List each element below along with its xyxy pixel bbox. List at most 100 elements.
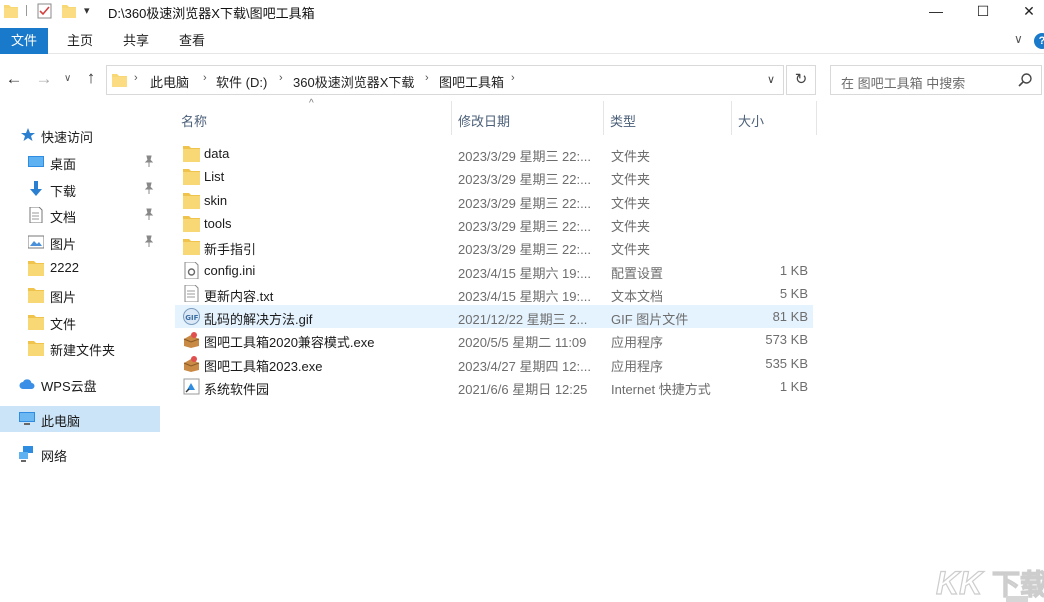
maximize-button[interactable]: ☐ (960, 0, 1006, 22)
folder-icon (183, 239, 200, 256)
file-name: config.ini (204, 262, 256, 278)
pin-icon[interactable] (143, 155, 155, 167)
folder-icon (28, 315, 44, 330)
address-bar[interactable]: › 此电脑 › 软件 (D:) › 360极速浏览器X下载 › 图吧工具箱 › … (106, 65, 784, 95)
column-header-type[interactable]: 类型 (604, 101, 730, 135)
text-file-icon (184, 284, 199, 302)
document-icon (29, 207, 43, 223)
breadcrumb-current-folder[interactable]: 图吧工具箱 (439, 72, 504, 91)
breadcrumb-separator-icon[interactable]: › (203, 72, 207, 84)
folder-icon (183, 169, 200, 186)
tab-view[interactable]: 查看 (170, 28, 214, 54)
sidebar-item-label: 快速访问 (41, 130, 94, 145)
folder-icon (28, 261, 44, 276)
column-header-label: 名称 (181, 114, 208, 129)
sidebar-item-label: 此电脑 (41, 414, 81, 429)
file-type: 文本文档 (611, 288, 664, 304)
sidebar-item-pictures[interactable]: 图片 (0, 229, 160, 255)
file-size: 573 KB (765, 332, 808, 348)
table-row[interactable]: data 2023/3/29 星期三 22:... 文件夹 (175, 142, 813, 165)
table-row[interactable]: config.ini 2023/4/15 星期六 19:... 配置设置 1 KB (175, 259, 813, 282)
file-modified-date: 2021/12/22 星期三 2... (458, 312, 588, 328)
tab-home[interactable]: 主页 (58, 28, 102, 54)
search-placeholder: 在 图吧工具箱 中搜索 (841, 76, 966, 91)
column-divider[interactable] (816, 101, 817, 135)
sidebar-item-folder-files[interactable]: 文件 (0, 309, 160, 335)
table-row[interactable]: 系统软件园 2021/6/6 星期日 12:25 Internet 快捷方式 1 KB (175, 375, 813, 398)
navigation-pane: 快速访问 桌面 下载 文档 图片 2222 图片 文件 新建文件夹 WPS云盘 … (0, 120, 160, 602)
svg-text:KK: KK (936, 565, 985, 601)
customize-toolbar-chevron-icon[interactable]: ▾ (84, 4, 90, 17)
breadcrumb-separator-icon[interactable]: › (511, 72, 515, 84)
folder-icon (28, 288, 44, 303)
cloud-icon (19, 379, 35, 389)
sidebar-item-folder-pictures[interactable]: 图片 (0, 282, 160, 308)
column-header-label: 大小 (738, 114, 765, 129)
sidebar-item-quick-access[interactable]: 快速访问 (0, 122, 160, 148)
search-input[interactable]: 在 图吧工具箱 中搜索 (830, 65, 1042, 95)
table-row[interactable]: 更新内容.txt 2023/4/15 星期六 19:... 文本文档 5 KB (175, 282, 813, 305)
table-row[interactable]: 图吧工具箱2020兼容模式.exe 2020/5/5 星期二 11:09 应用程序 5… (175, 328, 813, 351)
breadcrumb-separator-icon[interactable]: › (425, 72, 429, 84)
forward-button[interactable]: → (35, 69, 53, 89)
new-folder-icon[interactable] (62, 3, 76, 18)
tab-share[interactable]: 共享 (114, 28, 158, 54)
column-header-size[interactable]: 大小 (732, 101, 816, 135)
refresh-button[interactable]: ↻ (786, 65, 816, 95)
folder-icon[interactable] (4, 3, 18, 18)
sidebar-item-this-pc[interactable]: 此电脑 (0, 406, 160, 432)
help-icon[interactable]: ? (1034, 33, 1044, 49)
computer-icon (19, 412, 35, 425)
file-name: 图吧工具箱2020兼容模式.exe (204, 335, 375, 351)
sidebar-item-label: 网络 (41, 449, 68, 464)
folder-icon (112, 74, 127, 87)
breadcrumb-separator-icon[interactable]: › (134, 72, 138, 84)
table-row[interactable]: skin 2023/3/29 星期三 22:... 文件夹 (175, 189, 813, 212)
table-row[interactable]: 图吧工具箱2023.exe 2023/4/27 星期四 12:... 应用程序 535… (175, 352, 813, 375)
expand-ribbon-chevron-icon[interactable]: ∨ (1014, 32, 1023, 46)
file-modified-date: 2023/4/15 星期六 19:... (458, 288, 591, 304)
folder-icon (183, 192, 200, 209)
settings-file-icon (184, 261, 199, 279)
table-row[interactable]: tools 2023/3/29 星期三 22:... 文件夹 (175, 212, 813, 235)
minimize-button[interactable]: — (913, 0, 959, 22)
table-row[interactable]: GIF 乱码的解决方法.gif 2021/12/22 星期三 2... GIF 图片文… (175, 305, 813, 329)
sidebar-item-label: 下载 (50, 184, 77, 199)
breadcrumb-download-folder[interactable]: 360极速浏览器X下载 (293, 72, 414, 91)
sidebar-item-network[interactable]: 网络 (0, 441, 160, 467)
properties-icon[interactable] (37, 3, 52, 19)
sidebar-item-desktop[interactable]: 桌面 (0, 149, 160, 175)
file-name: 新手指引 (204, 242, 257, 258)
table-row[interactable]: 新手指引 2023/3/29 星期三 22:... 文件夹 (175, 235, 813, 258)
up-button[interactable]: ↑ (82, 68, 100, 88)
tab-file[interactable]: 文件 (0, 28, 48, 54)
table-row[interactable]: List 2023/3/29 星期三 22:... 文件夹 (175, 165, 813, 188)
recent-locations-chevron-icon[interactable]: ∨ (64, 73, 71, 84)
file-type: 文件夹 (611, 172, 651, 188)
sidebar-item-documents[interactable]: 文档 (0, 202, 160, 228)
column-header-date[interactable]: 修改日期 (452, 101, 602, 135)
sidebar-item-new-folder[interactable]: 新建文件夹 (0, 335, 160, 361)
pin-icon[interactable] (143, 182, 155, 194)
breadcrumb-drive-d[interactable]: 软件 (D:) (216, 72, 267, 91)
pin-icon[interactable] (143, 235, 155, 247)
column-header-label: 修改日期 (458, 114, 511, 129)
file-name: data (204, 146, 230, 161)
breadcrumb-separator-icon[interactable]: › (279, 72, 283, 84)
sidebar-item-downloads[interactable]: 下载 (0, 176, 160, 202)
pin-icon[interactable] (143, 208, 155, 220)
desktop-icon (28, 156, 44, 167)
back-button[interactable]: ← (5, 69, 23, 89)
sidebar-item-folder-2222[interactable]: 2222 (0, 255, 160, 281)
file-type: 文件夹 (611, 218, 651, 234)
title-bar: ▾ D:\360极速浏览器X下载\图吧工具箱 — ☐ ✕ (0, 0, 1044, 24)
column-header-name[interactable]: 名称 (175, 101, 451, 135)
folder-icon (183, 146, 200, 162)
breadcrumb-this-pc[interactable]: 此电脑 (150, 72, 189, 91)
search-icon[interactable] (1017, 72, 1033, 88)
close-button[interactable]: ✕ (1006, 0, 1044, 22)
file-modified-date: 2023/4/27 星期四 12:... (458, 358, 591, 374)
address-history-chevron-icon[interactable]: ∨ (767, 73, 775, 86)
sidebar-item-wps-cloud[interactable]: WPS云盘 (0, 371, 160, 397)
download-icon (30, 181, 42, 196)
